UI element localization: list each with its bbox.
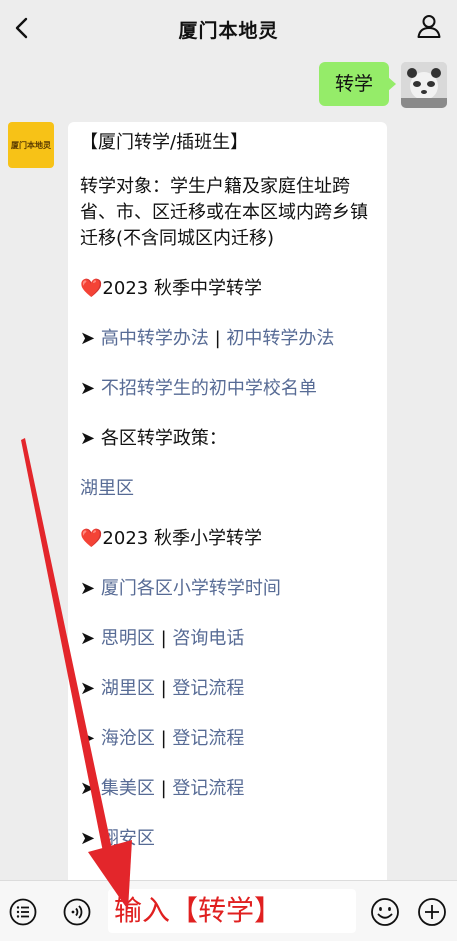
primary-time-link[interactable]: 厦门各区小学转学时间 xyxy=(101,578,281,599)
section-label: 2023 秋季小学转学 xyxy=(102,528,262,549)
high-school-link[interactable]: 高中转学办法 xyxy=(101,328,209,349)
list-menu-icon xyxy=(9,898,37,926)
register-link[interactable]: 登记流程 xyxy=(172,678,244,699)
plus-icon xyxy=(418,898,446,926)
arrow-icon: ➤ xyxy=(80,778,96,799)
user-avatar-image xyxy=(401,62,447,108)
arrow-icon: ➤ xyxy=(80,678,96,699)
arrow-icon: ➤ xyxy=(80,378,96,399)
consult-link[interactable]: 咨询电话 xyxy=(172,628,244,649)
chat-title: 厦门本地灵 xyxy=(178,20,279,42)
plus-button[interactable] xyxy=(417,897,447,927)
profile-button[interactable] xyxy=(415,12,443,40)
policy-row: ➤ 各区转学政策： xyxy=(80,426,377,452)
voice-button[interactable] xyxy=(62,897,92,927)
arrow-icon: ➤ xyxy=(80,578,96,599)
siming-link[interactable]: 思明区 xyxy=(101,628,155,649)
separator: | xyxy=(160,678,167,699)
xiangan-row: ➤ 翔安区 xyxy=(80,826,377,852)
emoji-button[interactable] xyxy=(370,897,400,927)
huli2-link[interactable]: 湖里区 xyxy=(101,678,155,699)
xiangan-link[interactable]: 翔安区 xyxy=(101,828,155,849)
emoji-icon xyxy=(371,898,399,926)
huli-register-row: ➤ 湖里区 | 登记流程 xyxy=(80,676,377,702)
arrow-icon: ➤ xyxy=(80,828,96,849)
incoming-bubble: 【厦门转学/插班生】 转学对象：学生户籍及家庭住址跨省、市、区迁移或在本区域内跨… xyxy=(68,122,387,912)
jimei-row: ➤ 集美区 | 登记流程 xyxy=(80,776,377,802)
separator: | xyxy=(214,328,221,349)
huli-row: 湖里区 xyxy=(80,476,377,502)
transfer-intro: 转学对象：学生户籍及家庭住址跨省、市、区迁移或在本区域内跨乡镇迁移(不含同城区内… xyxy=(80,176,368,249)
section-label: 2023 秋季中学转学 xyxy=(102,278,262,299)
separator: | xyxy=(160,628,167,649)
huli-link[interactable]: 湖里区 xyxy=(80,478,134,499)
message-input[interactable]: 输入【转学】 xyxy=(108,889,356,933)
separator: | xyxy=(160,778,167,799)
arrow-icon: ➤ xyxy=(80,628,96,649)
register-link[interactable]: 登记流程 xyxy=(172,728,244,749)
haicang-row: ➤ 海沧区 | 登记流程 xyxy=(80,726,377,752)
outgoing-bubble[interactable]: 转学 xyxy=(318,62,397,106)
heart-icon: ❤️ xyxy=(80,278,103,299)
message-heading: 【厦门转学/插班生】 xyxy=(80,132,249,153)
arrow-icon: ➤ xyxy=(80,428,96,449)
heart-icon: ❤️ xyxy=(80,528,103,549)
menu-button[interactable] xyxy=(8,897,38,927)
primary-time-row: ➤ 厦门各区小学转学时间 xyxy=(80,576,377,602)
junior-link[interactable]: 初中转学办法 xyxy=(226,328,334,349)
register-link[interactable]: 登记流程 xyxy=(172,778,244,799)
arrow-icon: ➤ xyxy=(80,728,96,749)
user-avatar[interactable] xyxy=(401,62,447,108)
person-icon xyxy=(417,15,441,38)
separator: | xyxy=(160,728,167,749)
primary-school-section: ❤️2023 秋季小学转学 xyxy=(80,526,377,552)
chat-header: 厦门本地灵 xyxy=(0,0,457,56)
middle-school-section: ❤️2023 秋季中学转学 xyxy=(80,276,377,302)
siming-row: ➤ 思明区 | 咨询电话 xyxy=(80,626,377,652)
jimei-link[interactable]: 集美区 xyxy=(101,778,155,799)
policy-label: 各区转学政策： xyxy=(100,428,227,449)
arrow-icon: ➤ xyxy=(80,328,96,349)
no-transfer-row: ➤ 不招转学生的初中学校名单 xyxy=(80,376,377,402)
high-school-row: ➤ 高中转学办法 | 初中转学办法 xyxy=(80,326,377,352)
outgoing-message: 转学 xyxy=(318,62,447,108)
input-bar: 输入【转学】 xyxy=(0,880,457,941)
haicang-link[interactable]: 海沧区 xyxy=(101,728,155,749)
no-transfer-link[interactable]: 不招转学生的初中学校名单 xyxy=(101,378,317,399)
bot-avatar[interactable]: 厦门本地灵 xyxy=(8,122,54,168)
voice-icon xyxy=(63,898,91,926)
